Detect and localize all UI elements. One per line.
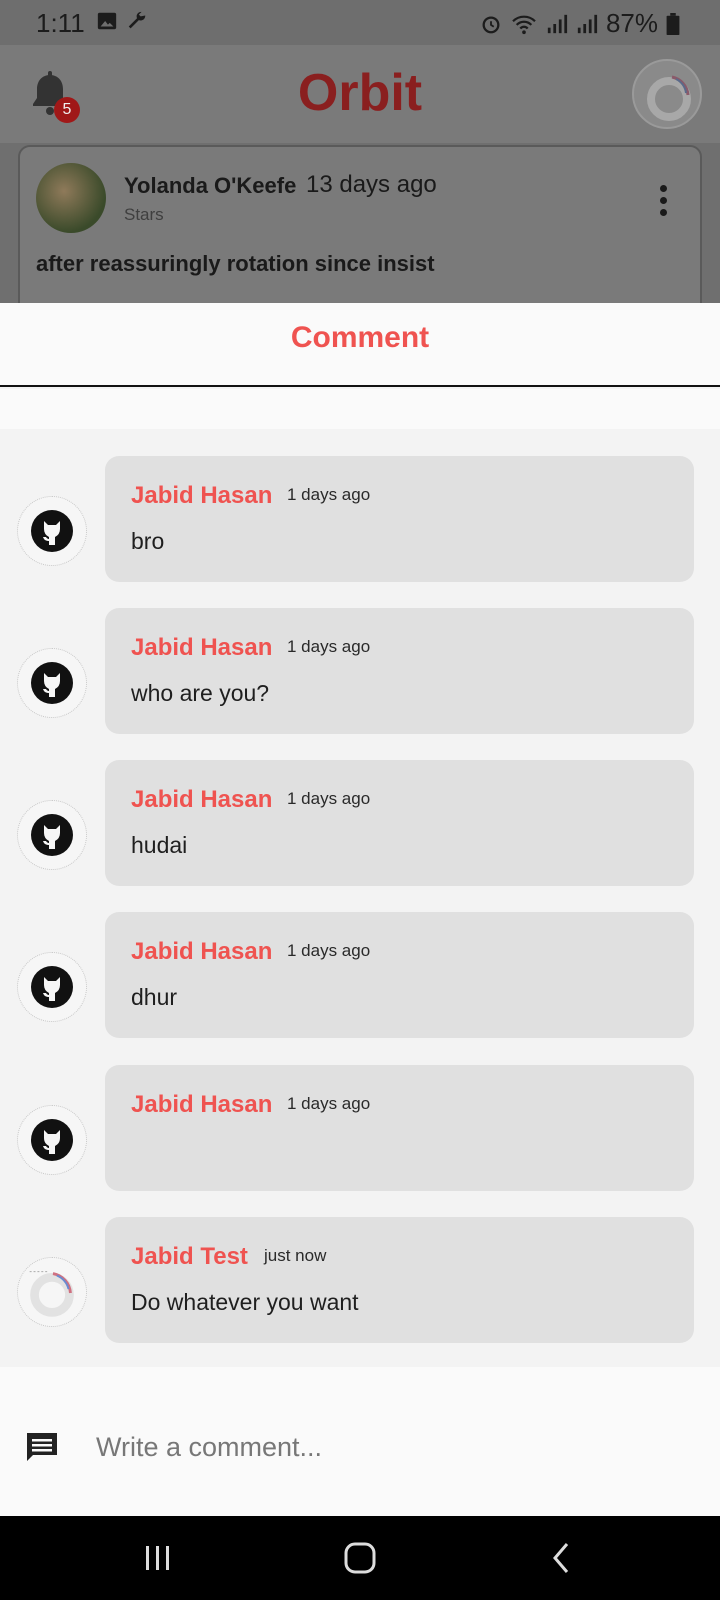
- status-bar: 1:11 87%: [0, 0, 720, 45]
- comment-sheet-header: Comment: [0, 303, 720, 387]
- comment-item: Jabid Hasan 1 days ago: [0, 1065, 720, 1191]
- comment-time: just now: [264, 1246, 327, 1265]
- commenter-avatar[interactable]: [17, 496, 87, 566]
- comment-bubble: Jabid Test just now Do whatever you want: [105, 1217, 694, 1343]
- sheet-title: Comment: [290, 321, 430, 354]
- github-icon: [31, 1119, 73, 1161]
- system-nav-bar: [0, 1516, 720, 1600]
- comment-bubble: Jabid Hasan 1 days ago hudai: [105, 760, 694, 886]
- comment-input[interactable]: [96, 1417, 676, 1477]
- recent-apps-icon: [146, 1546, 169, 1570]
- commenter-name[interactable]: Jabid Test: [131, 1243, 248, 1271]
- comment-text: Do whatever you want: [131, 1289, 359, 1315]
- sheet-spacer: [0, 389, 720, 429]
- comment-icon: [27, 1433, 57, 1461]
- comment-item: Jabid Hasan 1 days ago hudai: [0, 760, 720, 886]
- commenter-name[interactable]: Jabid Hasan: [131, 482, 272, 510]
- battery-icon: [666, 12, 680, 35]
- comment-bubble: Jabid Hasan 1 days ago dhur: [105, 912, 694, 1038]
- wrench-icon: [128, 11, 146, 29]
- back-button[interactable]: [540, 1538, 584, 1578]
- image-icon: [97, 12, 117, 30]
- comment-bubble: Jabid Hasan 1 days ago who are you?: [105, 608, 694, 734]
- comment-list[interactable]: Jabid Hasan 1 days ago bro Jabid Hasan 1…: [0, 429, 720, 1367]
- back-icon: [553, 1543, 569, 1573]
- post-title: after reassuringly rotation since insist: [36, 251, 435, 276]
- commenter-name[interactable]: Jabid Hasan: [131, 1091, 272, 1119]
- comment-time: 1 days ago: [287, 1094, 371, 1113]
- app-title: Orbit: [297, 64, 423, 122]
- app-bar: 5 Orbit: [0, 45, 720, 143]
- comment-time: 1 days ago: [287, 485, 371, 504]
- profile-picture-icon: [29, 1271, 74, 1317]
- comment-text: dhur: [131, 984, 178, 1010]
- comment-input-bar: [0, 1367, 720, 1516]
- github-icon: [31, 510, 73, 552]
- commenter-name[interactable]: Jabid Hasan: [131, 786, 272, 814]
- comment-bubble: Jabid Hasan 1 days ago bro: [105, 456, 694, 582]
- post-subtitle: Stars: [124, 205, 164, 224]
- commenter-avatar[interactable]: [17, 1105, 87, 1175]
- commenter-avatar[interactable]: [17, 1257, 87, 1327]
- comment-text: hudai: [131, 832, 188, 858]
- comment-item: Jabid Hasan 1 days ago bro: [0, 456, 720, 582]
- comment-bubble: Jabid Hasan 1 days ago: [105, 1065, 694, 1191]
- battery-percent: 87%: [605, 8, 658, 38]
- profile-avatar[interactable]: [632, 59, 702, 129]
- comment-time: 1 days ago: [287, 789, 371, 808]
- home-icon: [344, 1542, 376, 1574]
- more-options-icon[interactable]: [660, 185, 668, 221]
- recent-apps-button[interactable]: [136, 1538, 180, 1578]
- github-icon: [31, 662, 73, 704]
- comment-item: Jabid Hasan 1 days ago who are you?: [0, 608, 720, 734]
- comment-time: 1 days ago: [287, 637, 371, 656]
- signal-icon-2: [577, 14, 598, 33]
- status-right: 87%: [480, 8, 680, 39]
- home-button[interactable]: [338, 1538, 382, 1578]
- github-icon: [31, 814, 73, 856]
- comment-text: bro: [131, 528, 165, 554]
- commenter-avatar[interactable]: [17, 800, 87, 870]
- alarm-icon: [482, 15, 500, 33]
- comment-text: who are you?: [131, 680, 270, 706]
- commenter-avatar[interactable]: [17, 648, 87, 718]
- post-author[interactable]: Yolanda O'Keefe: [124, 173, 296, 199]
- post-area: Yolanda O'Keefe 13 days ago Stars after …: [0, 143, 720, 345]
- comment-item: Jabid Test just now Do whatever you want: [0, 1217, 720, 1343]
- comment-time: 1 days ago: [287, 941, 371, 960]
- status-left-icons: [96, 10, 148, 32]
- comment-item: Jabid Hasan 1 days ago dhur: [0, 912, 720, 1038]
- wifi-icon: [512, 15, 536, 34]
- post-author-avatar[interactable]: [36, 163, 106, 233]
- commenter-name[interactable]: Jabid Hasan: [131, 938, 272, 966]
- commenter-avatar[interactable]: [17, 952, 87, 1022]
- status-time: 1:11: [36, 8, 85, 38]
- commenter-name[interactable]: Jabid Hasan: [131, 634, 272, 662]
- post-time: 13 days ago: [306, 171, 437, 198]
- signal-icon: [547, 14, 568, 33]
- github-icon: [31, 966, 73, 1008]
